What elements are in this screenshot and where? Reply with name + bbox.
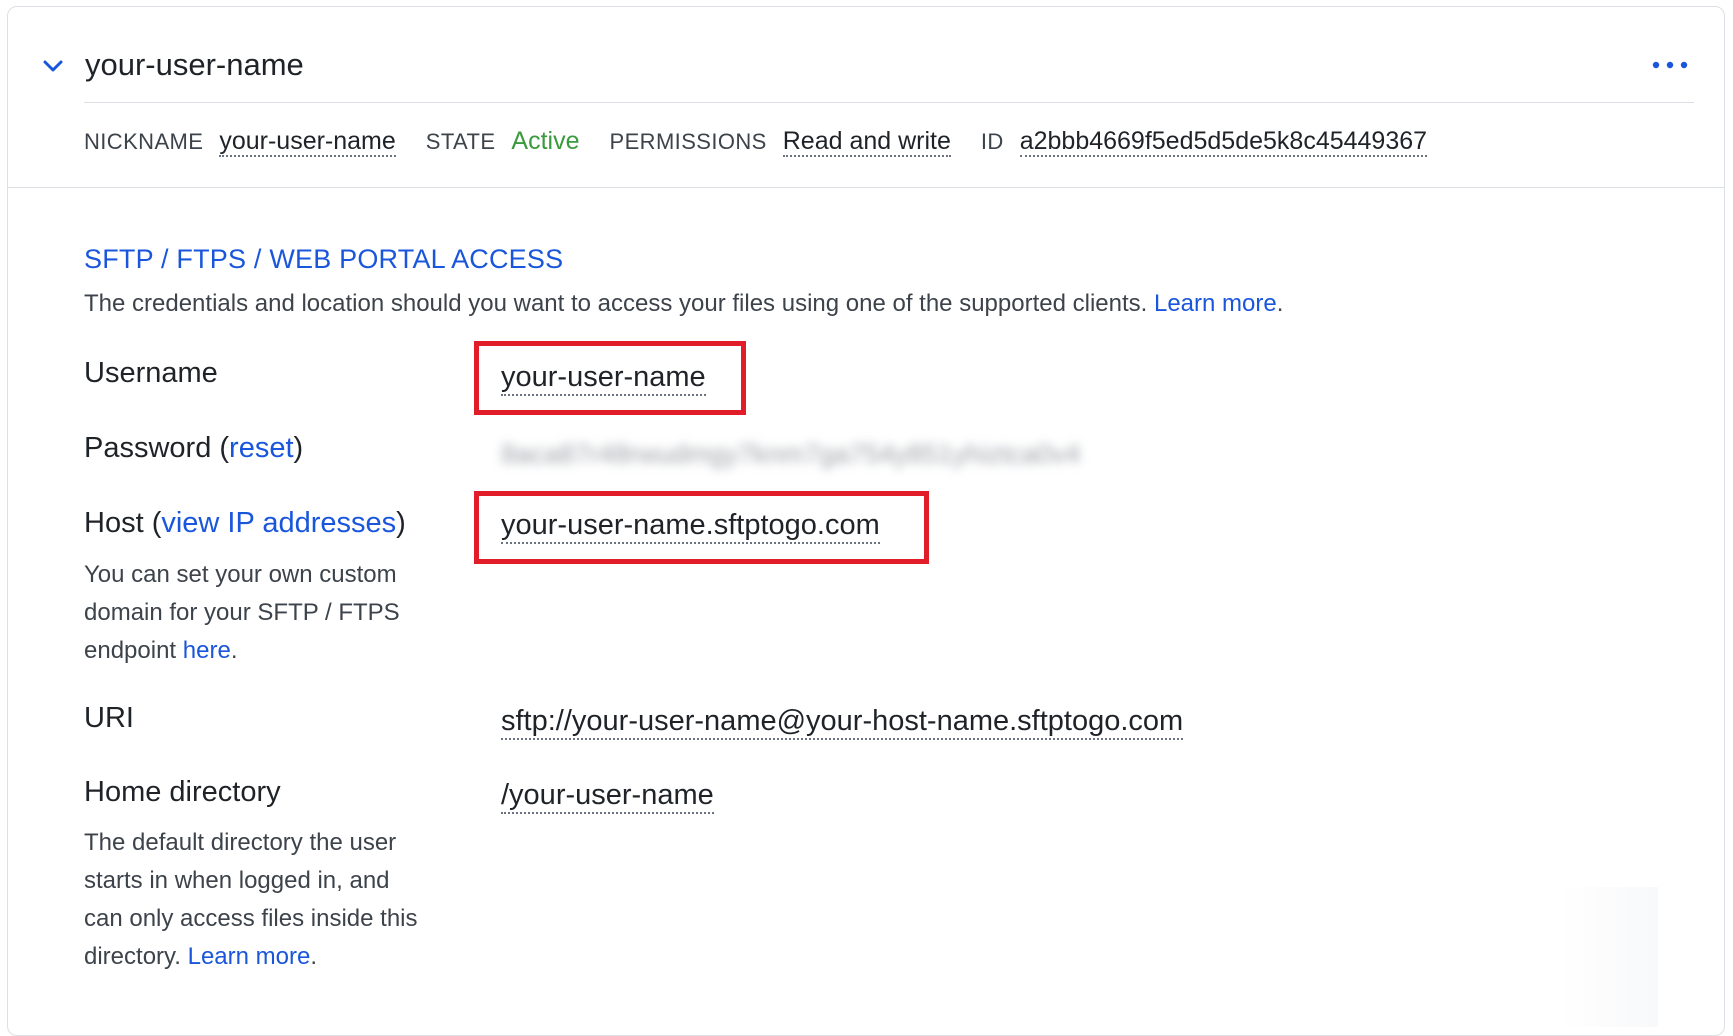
username-value[interactable]: your-user-name: [501, 360, 706, 396]
user-meta: NICKNAME your-user-name STATE Active PER…: [84, 127, 1457, 163]
username-label: Username: [84, 357, 218, 389]
decorative-fade: [1558, 887, 1658, 1027]
home-directory-value[interactable]: /your-user-name: [501, 778, 714, 814]
password-close-paren: ): [293, 432, 304, 464]
password-label: Password (reset): [84, 432, 303, 465]
custom-domain-here-link[interactable]: here: [183, 637, 231, 664]
user-card-header: your-user-name NICKNAME your-user-name S…: [8, 7, 1724, 188]
host-help-body: You can set your own custom domain for y…: [84, 561, 400, 664]
chevron-down-icon[interactable]: [40, 53, 66, 79]
id-label: ID: [980, 129, 1004, 154]
password-value-masked: 8aca87r48rwudmgy7knm7ga754y851yhiztca0v4: [501, 439, 1081, 469]
password-reset-link[interactable]: reset: [229, 432, 293, 464]
host-close-paren: ): [396, 507, 406, 539]
host-open-paren: (: [143, 507, 162, 539]
access-description-text: The credentials and location should you …: [84, 290, 1148, 317]
home-directory-label: Home directory: [84, 776, 281, 808]
more-options-icon[interactable]: [1648, 53, 1692, 77]
permissions-value[interactable]: Read and write: [782, 127, 951, 157]
password-open-paren: (: [211, 432, 230, 464]
nickname-label: NICKNAME: [84, 129, 204, 154]
password-label-text: Password: [84, 432, 212, 464]
id-value[interactable]: a2bbb4669f5ed5d5de5k8c45449367: [1019, 127, 1428, 157]
permissions-label: PERMISSIONS: [609, 129, 767, 154]
access-section-title: SFTP / FTPS / WEB PORTAL ACCESS: [84, 244, 564, 274]
uri-value[interactable]: sftp://your-user-name@your-host-name.sft…: [501, 704, 1184, 740]
host-label: Host (view IP addresses): [84, 507, 406, 540]
state-value: Active: [511, 127, 580, 155]
home-help-period: .: [310, 943, 317, 970]
host-label-text: Host: [84, 507, 144, 539]
access-learn-more-link[interactable]: Learn more: [1154, 290, 1277, 317]
state-label: STATE: [425, 129, 496, 154]
user-title: your-user-name: [85, 47, 304, 82]
nickname-value[interactable]: your-user-name: [219, 127, 396, 157]
access-description-period: .: [1276, 290, 1284, 317]
home-directory-help-text: The default directory the user starts in…: [84, 824, 434, 976]
header-divider: [84, 102, 1694, 103]
host-help-text: You can set your own custom domain for y…: [84, 556, 434, 670]
user-card: your-user-name NICKNAME your-user-name S…: [7, 6, 1725, 1036]
home-learn-more-link[interactable]: Learn more: [188, 943, 311, 970]
access-section-description: The credentials and location should you …: [84, 290, 1283, 318]
host-value[interactable]: your-user-name.sftptogo.com: [501, 508, 880, 544]
view-ip-addresses-link[interactable]: view IP addresses: [161, 507, 396, 539]
uri-label: URI: [84, 702, 134, 734]
host-help-period: .: [230, 637, 238, 664]
